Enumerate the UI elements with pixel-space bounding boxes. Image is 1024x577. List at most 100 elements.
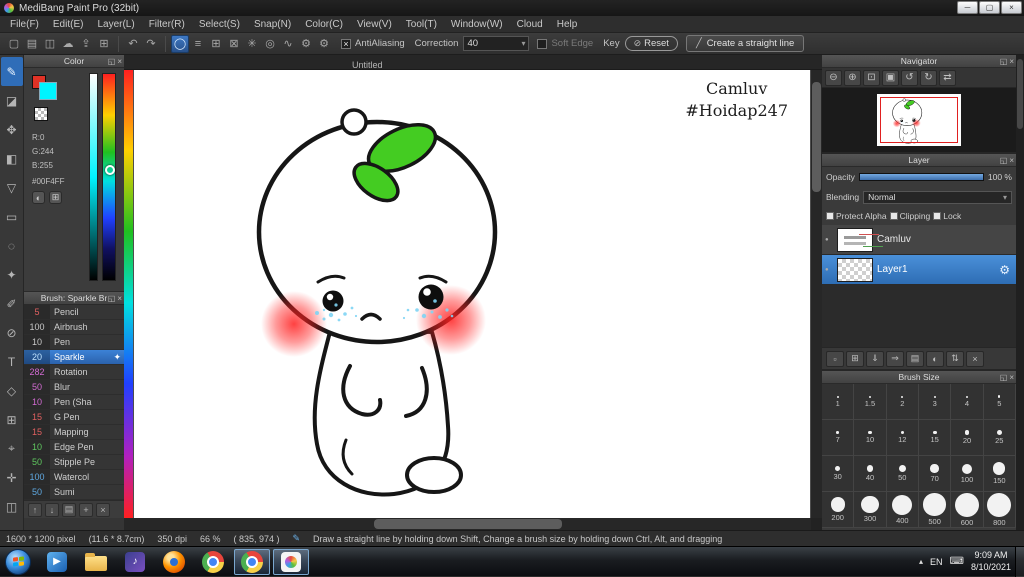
clock[interactable]: 9:09 AM 8/10/2021 [971, 550, 1011, 573]
brush-size-1[interactable]: 1 [822, 384, 855, 420]
taskbar-firefox[interactable] [156, 549, 192, 575]
export-icon[interactable]: ⇪ [77, 35, 95, 53]
menu-filterr[interactable]: Filter(R) [142, 16, 192, 33]
snap-crisscross-icon[interactable]: ⊞ [207, 35, 225, 53]
snap-concentric-icon[interactable]: ◎ [261, 35, 279, 53]
tray-expand-icon[interactable]: ▴ [919, 557, 923, 566]
brush-size-5[interactable]: 5 [983, 384, 1016, 420]
add-brush-icon[interactable]: + [79, 502, 93, 517]
brush-size-12[interactable]: 12 [886, 420, 919, 456]
dock-scrollbar[interactable] [1016, 55, 1024, 530]
taskbar-photo-viewer[interactable]: ♪ [117, 549, 153, 575]
popout-panel-icon[interactable]: ◱ [108, 55, 116, 68]
brush-item-blur[interactable]: 50 Blur [24, 380, 124, 395]
transfer-layer-icon[interactable]: ⇒ [886, 350, 904, 367]
brush-size-70[interactable]: 70 [918, 456, 952, 492]
lock-checkbox[interactable] [933, 212, 942, 220]
new-file-icon[interactable]: ▢ [5, 35, 23, 53]
menu-snapn[interactable]: Snap(N) [247, 16, 298, 33]
brush-tool-icon[interactable]: ✎ [0, 57, 23, 86]
clipping-checkbox[interactable] [889, 212, 898, 220]
correction-dropdown[interactable]: 40 ▾ [463, 36, 530, 51]
taskbar-medibang[interactable] [273, 548, 309, 575]
delete-layer-icon[interactable]: × [966, 350, 984, 367]
navigator-view-rect[interactable] [880, 97, 958, 143]
vertical-scrollbar-thumb[interactable] [812, 82, 821, 192]
brush-item-watercol[interactable]: 100 Watercol [24, 470, 124, 485]
snap-off-icon[interactable]: ◯ [171, 34, 189, 53]
popout-panel-icon[interactable]: ◱ [108, 292, 116, 305]
zoom-fit-icon[interactable]: ⊡ [863, 69, 880, 86]
rotate-left-icon[interactable]: ↺ [901, 69, 918, 86]
horizontal-scrollbar-thumb[interactable] [374, 519, 562, 529]
layer-order-icon[interactable]: ⇅ [946, 350, 964, 367]
gradient-tool-icon[interactable]: ▽ [1, 173, 23, 202]
vertical-scrollbar[interactable] [811, 70, 822, 518]
minimize-button[interactable]: ─ [957, 1, 978, 14]
brush-size-25[interactable]: 25 [983, 420, 1016, 456]
menu-viewv[interactable]: View(V) [350, 16, 399, 33]
hue-marker[interactable] [105, 165, 115, 175]
brush-item-pen[interactable]: 10 Pen [24, 335, 124, 350]
brush-item-edge-pen[interactable]: 10 Edge Pen [24, 440, 124, 455]
brush-next-icon[interactable]: ↓ [45, 502, 59, 517]
snap-settings-icon[interactable]: ⚙ [297, 35, 315, 53]
brush-size-30[interactable]: 30 [822, 456, 855, 492]
merge-down-icon[interactable]: ⇓ [866, 350, 884, 367]
dock-scrollbar-thumb[interactable] [1017, 59, 1023, 129]
layer-visibility-icon[interactable]: ● [825, 237, 833, 243]
brush-size-4[interactable]: 4 [951, 384, 984, 420]
eraser-tool-icon[interactable]: ◪ [1, 86, 23, 115]
publish-icon[interactable]: ⊞ [95, 35, 113, 53]
reset-button[interactable]: ⊘ Reset [624, 36, 678, 51]
layer-mask-icon[interactable]: ◐ [926, 350, 944, 367]
rotate-reset-icon[interactable]: ⇄ [939, 69, 956, 86]
snap-vanishing-icon[interactable]: ⊠ [225, 35, 243, 53]
save-file-icon[interactable]: ◫ [41, 35, 59, 53]
layer-row-layer1[interactable]: ● Layer1 ⚙ [822, 255, 1016, 285]
brush-size-600[interactable]: 600 [951, 492, 984, 528]
layer-folder-icon[interactable]: ▤ [906, 350, 924, 367]
taskbar-chrome[interactable] [195, 549, 231, 575]
divide-tool-icon[interactable]: ⊞ [1, 405, 23, 434]
snap-radial-icon[interactable]: ✳ [243, 35, 261, 53]
redo-icon[interactable]: ↷ [142, 35, 160, 53]
menu-selects[interactable]: Select(S) [192, 16, 247, 33]
close-panel-icon[interactable]: × [117, 55, 122, 68]
brush-size-300[interactable]: 300 [854, 492, 887, 528]
hue-bar[interactable] [102, 73, 116, 281]
docked-colorbar[interactable] [124, 70, 133, 518]
menu-windoww[interactable]: Window(W) [444, 16, 510, 33]
brush-size-40[interactable]: 40 [854, 456, 887, 492]
popout-panel-icon[interactable]: ◱ [1000, 154, 1008, 167]
document-tab[interactable]: Untitled [352, 60, 383, 70]
brush-size-3[interactable]: 3 [918, 384, 952, 420]
protect-alpha-checkbox[interactable] [826, 212, 834, 220]
undo-icon[interactable]: ↶ [124, 35, 142, 53]
menu-help[interactable]: Help [550, 16, 585, 33]
maximize-button[interactable]: ▢ [979, 1, 1000, 14]
brush-size-15[interactable]: 15 [918, 420, 952, 456]
taskbar-chrome-window[interactable] [234, 548, 270, 575]
start-button[interactable] [5, 548, 31, 575]
cloud-save-icon[interactable]: ☁ [59, 35, 77, 53]
zoom-actual-icon[interactable]: ▣ [882, 69, 899, 86]
move-tool-icon[interactable]: ✥ [1, 115, 23, 144]
open-file-icon[interactable]: ▤ [23, 35, 41, 53]
taskbar-media-player[interactable]: ▶ [39, 549, 75, 575]
brush-item-rotation[interactable]: 282 Rotation [24, 365, 124, 380]
language-indicator[interactable]: EN [930, 557, 943, 567]
brush-prev-icon[interactable]: ↑ [28, 502, 42, 517]
menu-colorc[interactable]: Color(C) [298, 16, 350, 33]
close-panel-icon[interactable]: × [1009, 55, 1014, 68]
brush-size-100[interactable]: 100 [951, 456, 984, 492]
brush-item-sumi[interactable]: 50 Sumi [24, 485, 124, 500]
magic-wand-tool-icon[interactable]: ✦ [1, 260, 23, 289]
taskbar-explorer[interactable] [78, 549, 114, 575]
brush-item-g-pen[interactable]: 15 G Pen [24, 410, 124, 425]
popout-panel-icon[interactable]: ◱ [1000, 55, 1008, 68]
select-eraser-tool-icon[interactable]: ⊘ [1, 318, 23, 347]
close-panel-icon[interactable]: × [1009, 154, 1014, 167]
brush-settings-icon[interactable]: ✦ [113, 352, 121, 363]
brush-item-stipple-pe[interactable]: 50 Stipple Pe [24, 455, 124, 470]
